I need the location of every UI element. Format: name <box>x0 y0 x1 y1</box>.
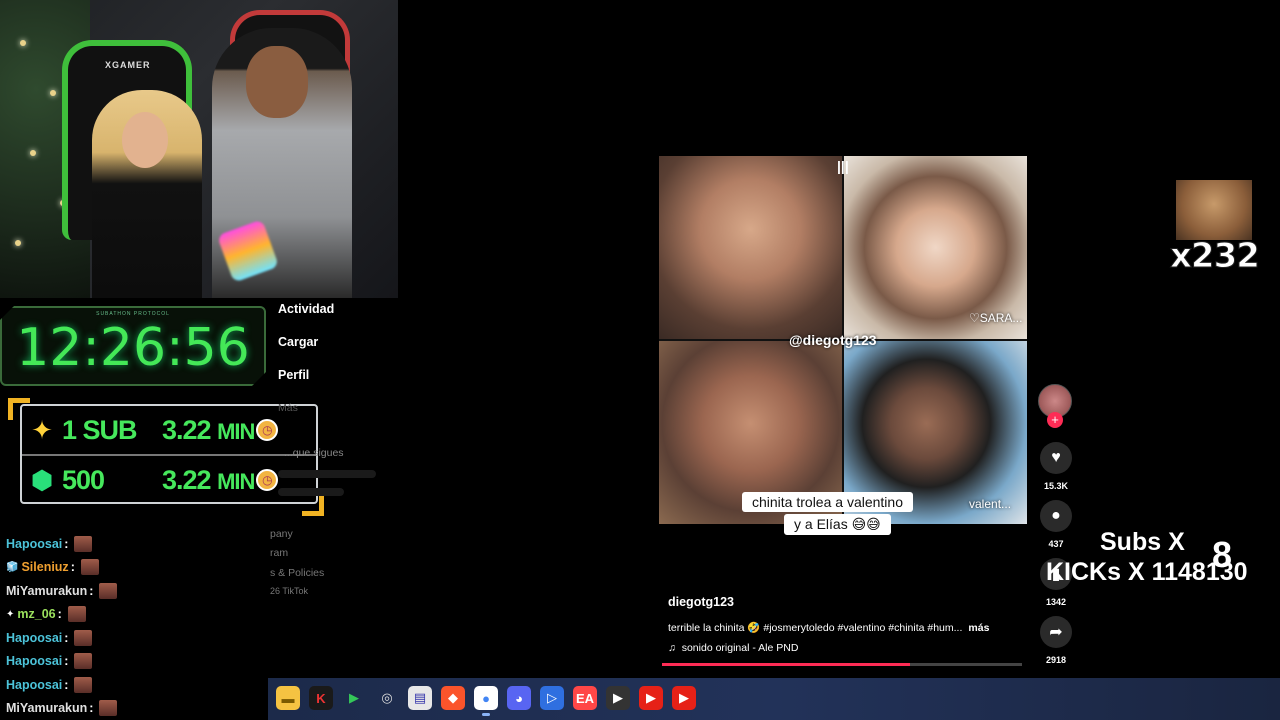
sidebar-item-cargar[interactable]: Cargar <box>278 335 318 349</box>
progress-fill <box>662 663 911 666</box>
chat-message: ✦ mz_06 : <box>0 603 268 627</box>
sidebar-more[interactable]: Más <box>278 402 298 414</box>
chat-message: Hapoosai : <box>0 650 268 674</box>
chat-message: MiYamurakun : <box>0 579 268 603</box>
divider <box>22 454 316 456</box>
chat-emote-icon <box>74 535 93 552</box>
youtube-icon[interactable]: ▶ <box>639 686 663 710</box>
chat-emote-icon <box>74 676 93 693</box>
chat-emote-icon <box>99 700 118 717</box>
footer-link[interactable]: pany <box>270 528 293 540</box>
following-hint: ...que sigues <box>284 447 344 459</box>
streamer-person <box>92 90 202 298</box>
footer-link[interactable]: s & Policies <box>270 567 324 579</box>
goal-count: 500 <box>62 464 105 495</box>
kicks-label: KICKs X 1148130 <box>1046 558 1248 586</box>
chat-username[interactable]: MiYamurakun <box>6 701 87 715</box>
chrome-icon[interactable]: ● <box>474 686 498 716</box>
goal-count: 1 SUB <box>62 414 138 445</box>
subs-label: Subs X <box>1100 528 1185 556</box>
sparkle-icon: ✦ <box>31 414 53 445</box>
chat-emote-icon <box>99 582 118 599</box>
chat-username[interactable]: Sileniuz <box>21 560 68 574</box>
chat-message: 🧊 Sileniuz : <box>0 556 268 580</box>
webcam-feed: XGAMER <box>0 0 398 298</box>
clock-icon: ◷ <box>256 419 279 441</box>
windows-taskbar: ▬ K ▶ ◎ ▤ ◆ ● ◕ ▷ EA ▶ ▶ ▶ <box>268 678 1280 720</box>
share-icon[interactable]: ➦ <box>1040 616 1072 648</box>
chat-username[interactable]: Hapoosai <box>6 537 62 551</box>
goal-row: ⬢ 500 3.22 MIN ◷ <box>22 458 320 502</box>
saves-count: 1342 <box>1045 597 1067 607</box>
timer-clock: 12:26:56 <box>16 318 250 378</box>
file-explorer-icon[interactable]: ▬ <box>276 686 300 710</box>
chat-username[interactable]: Hapoosai <box>6 631 62 645</box>
chat-emote-icon <box>74 653 93 670</box>
goal-time: 3.22 MIN <box>162 464 255 495</box>
timer-tag: SUBATHON PROTOCOL <box>96 311 170 317</box>
more-link[interactable]: más <box>968 622 989 634</box>
goal-row: ✦ 1 SUB 3.22 MIN ◷ <box>22 408 320 452</box>
follow-plus-icon[interactable]: + <box>1047 412 1063 428</box>
sub-goals-panel: ✦ 1 SUB 3.22 MIN ◷ ⬢ 500 3.22 MIN ◷ <box>20 404 318 504</box>
video-participant-label: ♡SARA... <box>969 311 1023 325</box>
chat-message: Hapoosai : <box>0 532 268 556</box>
video-sound[interactable]: ♫ sonido original - Ale PND <box>668 642 798 654</box>
play-store-icon[interactable]: ▶ <box>342 686 366 710</box>
chat-username[interactable]: mz_06 <box>17 607 55 621</box>
comments-count: 437 <box>1048 539 1064 549</box>
chat-username[interactable]: MiYamurakun <box>6 584 87 598</box>
sidebar-item-actividad[interactable]: Actividad <box>278 302 334 316</box>
chat-username[interactable]: Hapoosai <box>6 678 62 692</box>
video-tile <box>659 156 842 339</box>
sidebar-item-perfil[interactable]: Perfil <box>278 368 309 382</box>
shares-count: 2918 <box>1045 655 1067 665</box>
music-note-icon: ♫ <box>668 642 676 654</box>
discord-icon[interactable]: ◕ <box>507 686 531 710</box>
comment-icon[interactable]: ● <box>1040 500 1072 532</box>
video-author[interactable]: diegotg123 <box>668 595 734 609</box>
obs-icon[interactable]: ◎ <box>375 686 399 710</box>
chat-badge-icon: 🧊 <box>6 561 19 573</box>
video-participant-label: valent... <box>969 497 1012 511</box>
chat-emote-icon <box>74 629 93 646</box>
footer-link[interactable]: ram <box>270 547 288 559</box>
youtube-studio-icon[interactable]: ▶ <box>672 686 696 710</box>
video-progress-bar[interactable] <box>662 663 1022 666</box>
meme-count: x232 <box>1170 236 1261 277</box>
chat-message: MiYamurakun : <box>0 697 268 720</box>
video-caption: chinita trolea a valentino <box>742 492 913 512</box>
notepad-icon[interactable]: ▤ <box>408 686 432 710</box>
clock-icon: ◷ <box>256 469 279 491</box>
goal-time: 3.22 MIN <box>162 414 255 445</box>
chat-emote-icon <box>67 606 86 623</box>
subathon-timer: SUBATHON PROTOCOL 12:26:56 <box>0 306 266 386</box>
chat-message: Hapoosai : <box>0 626 268 650</box>
chat-emote-icon <box>80 559 99 576</box>
meme-emote <box>1176 180 1252 240</box>
chair-brand: XGAMER <box>105 60 151 70</box>
placeholder-bar <box>278 470 376 478</box>
chat-message: Hapoosai : <box>0 673 268 697</box>
kick-gem-icon: ⬢ <box>30 464 54 495</box>
ea-icon[interactable]: EA <box>573 686 597 710</box>
media-player-icon[interactable]: ▶ <box>606 686 630 710</box>
video-description: terrible la chinita 🤣 #josmerytoledo #va… <box>668 622 990 634</box>
footer-copyright: 26 TikTok <box>270 586 309 596</box>
audio-bars-icon: ||| <box>837 158 849 174</box>
frame-corner <box>302 494 324 516</box>
tiktok-video[interactable]: ||| @diegotg123 ♡SARA... valent... <box>659 156 1027 524</box>
video-username-tag: @diegotg123 <box>789 332 877 348</box>
chat-badge-icon: ✦ <box>6 608 15 620</box>
likes-count: 15.3K <box>1043 481 1069 491</box>
app-k-icon[interactable]: K <box>309 686 333 710</box>
brave-icon[interactable]: ◆ <box>441 686 465 710</box>
chat-username[interactable]: Hapoosai <box>6 654 62 668</box>
placeholder-bar <box>278 488 344 496</box>
remote-play-icon[interactable]: ▷ <box>540 686 564 710</box>
heart-icon[interactable]: ♥ <box>1040 442 1072 474</box>
video-caption: y a Elías 😅😅 <box>784 514 891 535</box>
chat-overlay: Hapoosai : 🧊 Sileniuz : MiYamurakun : ✦ mz_06… <box>0 532 268 720</box>
